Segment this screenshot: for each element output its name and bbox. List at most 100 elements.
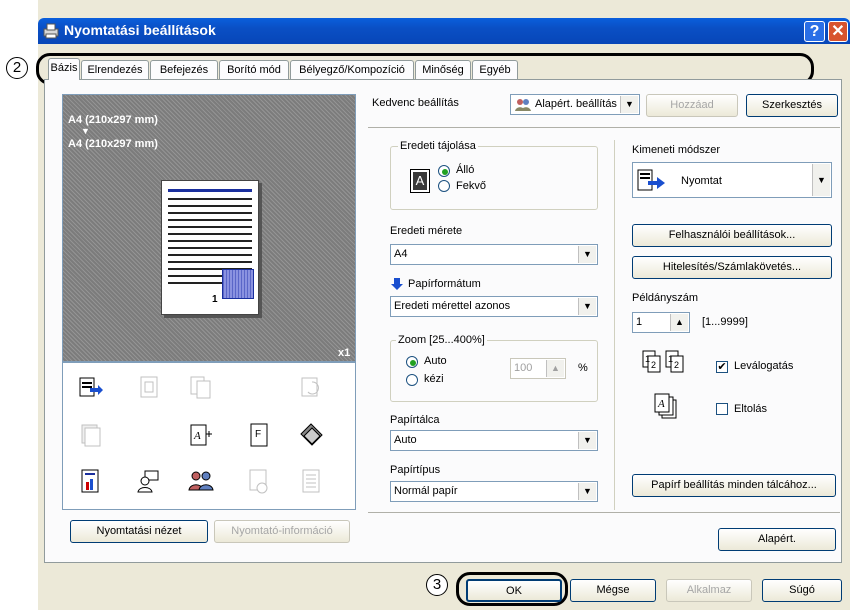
svg-text:A: A (657, 398, 665, 410)
preview-copies: x1 (338, 347, 351, 359)
zoom-value: 100 (514, 362, 533, 374)
callout-3: 3 (426, 574, 448, 596)
paper-format-select[interactable]: Eredeti mérettel azonos ▼ (390, 296, 598, 317)
portrait-label: Álló (456, 164, 475, 176)
user-settings-button[interactable]: Felhasználói beállítások... (632, 224, 832, 247)
chevron-down-icon[interactable]: ▼ (578, 483, 596, 500)
favorites-label: Kedvenc beállítás (372, 97, 459, 109)
vertical-divider (614, 140, 615, 510)
cover-icon[interactable] (298, 422, 324, 448)
bar-chart-icon[interactable] (78, 468, 104, 494)
favorites-value: Alapért. beállítás (535, 98, 617, 110)
tab-bazis[interactable]: Bázis (48, 58, 80, 80)
printer-info-button: Nyomtató-információ (214, 520, 350, 543)
user-icon[interactable] (136, 468, 162, 494)
collate-label: Leválogatás (734, 360, 794, 372)
preview-original-size: A4 (210x297 mm) (68, 114, 158, 126)
portrait-radio[interactable] (438, 165, 450, 177)
svg-text:1: 1 (668, 354, 673, 364)
authentication-button[interactable]: Hitelesítés/Számlakövetés... (632, 256, 832, 279)
landscape-label: Fekvő (456, 180, 486, 192)
ok-button[interactable]: OK (466, 579, 562, 602)
template-icon (249, 469, 268, 494)
duplex-icon (190, 376, 211, 399)
output-method-label: Kimeneti módszer (632, 144, 721, 156)
zoom-group (390, 340, 598, 402)
favorites-users-icon (515, 99, 531, 111)
preview-output-size: A4 (210x297 mm) (68, 138, 158, 150)
landscape-radio[interactable] (438, 180, 450, 192)
print-output-icon[interactable] (78, 374, 104, 400)
cancel-button[interactable]: Mégse (570, 579, 656, 602)
edit-favorite-button[interactable]: Szerkesztés (746, 94, 838, 117)
original-size-value: A4 (394, 248, 408, 260)
paper-tray-value: Auto (394, 434, 417, 446)
print-view-button[interactable]: Nyomtatási nézet (70, 520, 208, 543)
zoom-auto-radio[interactable] (406, 356, 418, 368)
chevron-down-icon[interactable]: ▼ (620, 96, 638, 113)
portrait-orientation-icon: A (410, 169, 430, 193)
paper-format-value: Eredeti mérettel azonos (394, 300, 511, 312)
collate-checkbox[interactable]: ✔ (716, 361, 728, 373)
zoom-manual-radio[interactable] (406, 374, 418, 386)
add-favorite-button: Hozzáad (646, 94, 738, 117)
zoom-unit: % (578, 362, 588, 374)
offset-label: Eltolás (734, 403, 768, 415)
tab-belyegzo-kompozicio[interactable]: Bélyegző/Kompozíció (290, 60, 414, 79)
group-users-icon[interactable] (188, 468, 214, 494)
offset-icon: A (654, 393, 677, 419)
collate-icon: 12 12 (642, 350, 684, 373)
zoom-label: Zoom [25...400%] (396, 334, 487, 346)
rotate-icon (301, 377, 319, 397)
paper-type-select[interactable]: Normál papír ▼ (390, 481, 598, 502)
svg-text:F: F (255, 429, 261, 440)
chevron-down-icon[interactable]: ▼ (578, 432, 596, 449)
chevron-down-icon[interactable]: ▼ (578, 298, 596, 315)
copies-label: Példányszám (632, 292, 699, 304)
paper-tray-select[interactable]: Auto ▼ (390, 430, 598, 451)
output-method-value: Nyomtat (681, 175, 722, 187)
image-placeholder-icon (222, 269, 254, 299)
copies-spinner-icon[interactable]: ▲ (670, 314, 688, 331)
apply-button: Alkalmaz (666, 579, 752, 602)
copies-input[interactable]: 1 ▲ (632, 312, 690, 333)
tab-minoseg[interactable]: Minőség (415, 60, 471, 79)
bottom-divider (368, 512, 840, 513)
zoom-spinner-icon: ▲ (546, 360, 564, 377)
original-size-select[interactable]: A4 ▼ (390, 244, 598, 265)
print-output-icon (637, 169, 665, 191)
help-footer-button[interactable]: Súgó (762, 579, 842, 602)
tab-befejezes[interactable]: Befejezés (150, 60, 218, 79)
chevron-down-icon[interactable]: ▼ (812, 164, 830, 196)
paper-tray-label: Papírtálca (390, 414, 440, 426)
preview-page: 1 (161, 180, 259, 315)
preview-page-number: 1 (212, 294, 218, 305)
printer-icon (43, 23, 59, 39)
close-button[interactable]: ✕ (828, 21, 848, 42)
chevron-down-icon[interactable]: ▼ (578, 246, 596, 263)
paper-all-trays-button[interactable]: Papírf beállítás minden tálcához... (632, 474, 836, 497)
divider (368, 127, 840, 128)
arrow-down-icon (391, 278, 403, 290)
tab-egyeb[interactable]: Egyéb (472, 60, 518, 79)
paper-type-label: Papírtípus (390, 464, 441, 476)
help-button[interactable]: ? (804, 21, 825, 42)
document-icon[interactable]: F (246, 422, 272, 448)
preview-arrow: ▼ (81, 126, 90, 136)
staple-icon[interactable]: A (188, 422, 214, 448)
tab-elrendezes[interactable]: Elrendezés (81, 60, 149, 79)
callout-2: 2 (6, 57, 28, 79)
offset-checkbox[interactable] (716, 403, 728, 415)
zoom-auto-label: Auto (424, 355, 447, 367)
tab-borito-mod[interactable]: Borító mód (219, 60, 289, 79)
svg-text:1: 1 (645, 354, 650, 364)
copies-range: [1...9999] (702, 316, 748, 328)
paper-format-label: Papírformátum (408, 278, 481, 290)
svg-text:2: 2 (651, 360, 656, 370)
output-method-select[interactable]: Nyomtat ▼ (632, 162, 832, 198)
svg-text:A: A (193, 430, 201, 442)
favorites-select[interactable]: Alapért. beállítás ▼ (510, 94, 640, 115)
defaults-button[interactable]: Alapért. (718, 528, 836, 551)
stack-icon (81, 424, 101, 447)
svg-text:2: 2 (674, 360, 679, 370)
